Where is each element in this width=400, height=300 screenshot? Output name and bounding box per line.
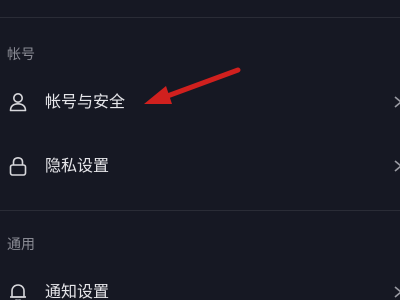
chevron-right-icon	[392, 281, 400, 300]
settings-item-notifications[interactable]: 通知设置	[0, 270, 400, 300]
bell-icon	[7, 281, 29, 300]
lock-icon	[7, 155, 29, 177]
settings-item-label: 帐号与安全	[45, 92, 126, 111]
settings-item-label: 通知设置	[45, 282, 110, 300]
section-divider	[0, 210, 400, 211]
settings-item-account-security[interactable]: 帐号与安全	[0, 80, 400, 124]
section-header-general: 通用	[7, 237, 35, 253]
top-divider	[0, 17, 400, 18]
chevron-right-icon	[392, 91, 400, 113]
settings-item-privacy[interactable]: 隐私设置	[0, 144, 400, 188]
chevron-right-icon	[392, 155, 400, 177]
settings-item-label: 隐私设置	[45, 156, 110, 175]
settings-screen: 帐号 帐号与安全 隐私设置 通用 通知设置	[0, 0, 400, 300]
user-icon	[7, 91, 29, 113]
section-header-account: 帐号	[7, 47, 35, 63]
